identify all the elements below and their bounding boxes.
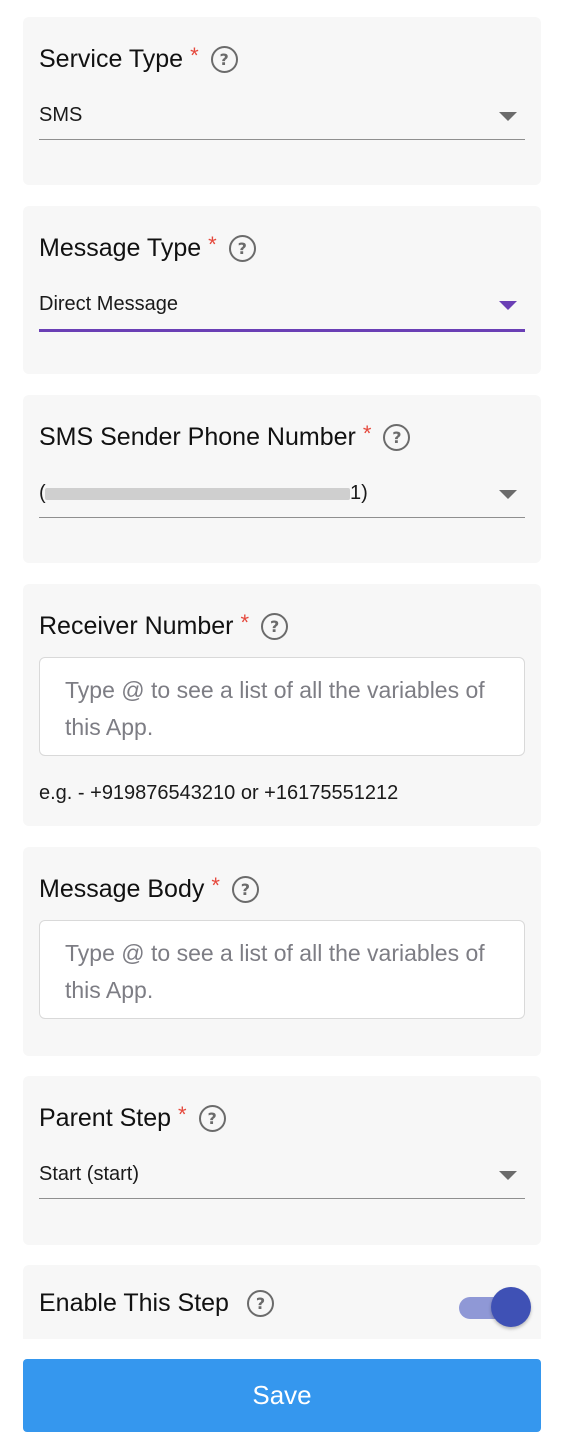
service-type-card: Service Type * ? SMS (23, 17, 541, 185)
parent-step-card: Parent Step * ? Start (start) (23, 1076, 541, 1245)
service-type-label: Service Type (39, 45, 184, 73)
receiver-number-label-row: Receiver Number * ? (39, 609, 289, 641)
sender-number-suffix: 1) (350, 482, 368, 504)
parent-step-value: Start (start) (39, 1163, 140, 1185)
enable-step-toggle[interactable] (459, 1287, 531, 1327)
redacted-phone-number (45, 488, 350, 500)
question-circle-icon[interactable]: ? (383, 424, 411, 451)
sender-number-card: SMS Sender Phone Number * ? ( 1) (23, 395, 541, 563)
parent-step-label: Parent Step (39, 1104, 172, 1132)
service-type-value: SMS (39, 104, 83, 126)
receiver-number-card: Receiver Number * ? Type @ to see a list… (23, 584, 541, 826)
required-mark: * (211, 872, 220, 898)
enable-step-label: Enable This Step (39, 1289, 229, 1317)
receiver-number-input[interactable]: Type @ to see a list of all the variable… (39, 657, 525, 756)
question-circle-icon[interactable]: ? (246, 1290, 274, 1317)
required-mark: * (362, 420, 372, 446)
required-mark: * (240, 609, 250, 635)
sender-number-label: SMS Sender Phone Number (39, 423, 356, 451)
message-type-label-row: Message Type * ? (39, 231, 256, 263)
message-body-card: Message Body * ? Type @ to see a list of… (23, 847, 541, 1056)
sender-number-select[interactable]: ( 1) (39, 478, 525, 518)
toggle-thumb (491, 1287, 531, 1327)
message-type-label: Message Type (39, 234, 202, 262)
message-body-input[interactable]: Type @ to see a list of all the variable… (39, 920, 525, 1019)
message-type-card: Message Type * ? Direct Message (23, 206, 541, 374)
question-circle-icon[interactable]: ? (231, 876, 259, 903)
service-type-label-row: Service Type * ? (39, 42, 238, 74)
caret-down-icon (499, 301, 517, 310)
receiver-number-label: Receiver Number (39, 612, 234, 640)
receiver-number-hint: e.g. - +919876543210 or +16175551212 (39, 782, 399, 804)
parent-step-select[interactable]: Start (start) (39, 1159, 525, 1199)
message-body-label-row: Message Body * ? (39, 872, 259, 904)
enable-step-label-row: Enable This Step ? (39, 1289, 274, 1318)
message-type-value: Direct Message (39, 293, 178, 315)
service-type-select[interactable]: SMS (39, 100, 525, 140)
question-circle-icon[interactable]: ? (228, 235, 256, 262)
message-type-select[interactable]: Direct Message (39, 289, 525, 332)
question-circle-icon[interactable]: ? (198, 1105, 226, 1132)
required-mark: * (178, 1101, 187, 1127)
required-mark: * (208, 231, 217, 257)
question-circle-icon[interactable]: ? (261, 613, 289, 640)
caret-down-icon (499, 1171, 517, 1180)
enable-step-card: Enable This Step ? (23, 1265, 541, 1339)
sender-number-label-row: SMS Sender Phone Number * ? (39, 420, 411, 452)
save-button[interactable]: Save (23, 1359, 541, 1432)
required-mark: * (190, 42, 199, 68)
caret-down-icon (499, 490, 517, 499)
caret-down-icon (499, 112, 517, 121)
parent-step-label-row: Parent Step * ? (39, 1101, 226, 1133)
question-circle-icon[interactable]: ? (210, 46, 238, 73)
message-body-label: Message Body (39, 875, 205, 903)
